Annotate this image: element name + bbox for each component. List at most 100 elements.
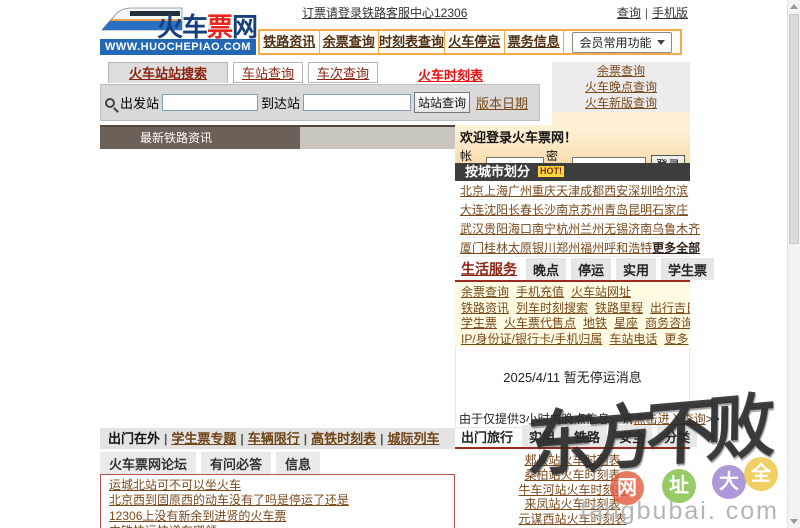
service-link[interactable]: 火车票代售点 — [504, 316, 576, 332]
search-tab[interactable]: 火车站站搜索 — [108, 62, 228, 83]
version-date-link[interactable]: 版本日期 — [476, 93, 528, 112]
travel-tab[interactable]: 出门旅行 — [457, 425, 517, 447]
city-link[interactable]: 武汉 — [460, 220, 484, 237]
service-link[interactable]: 火车站网址 — [571, 285, 631, 301]
booking-notice-link[interactable]: 订票请登录铁路客服中心12306 — [302, 4, 467, 21]
city-link[interactable]: 天津 — [556, 182, 580, 199]
forum-post-link[interactable]: 北京西到固原西的动车没有了吗是停运了还是 — [109, 493, 446, 508]
scroll-down-icon[interactable] — [790, 519, 798, 524]
city-link[interactable]: 哈尔滨 — [652, 182, 688, 199]
nav-item[interactable]: 余票查询 — [320, 31, 379, 53]
city-link[interactable]: 重庆 — [532, 182, 556, 199]
services-tab[interactable]: 晚点 — [526, 258, 567, 280]
travel-tab[interactable]: 安全 — [612, 425, 653, 447]
station-timetable-link[interactable]: 郏县站火车时刻表 — [455, 453, 690, 468]
city-link[interactable]: 福州 — [580, 239, 604, 256]
city-link[interactable]: 郑州 — [556, 239, 580, 256]
city-link[interactable]: 呼和浩特 — [604, 239, 652, 256]
station-timetable-link[interactable]: 牛车河站火车时刻表 — [455, 483, 690, 498]
forum-post-link[interactable]: 运城北站可不可以坐火车 — [109, 478, 446, 493]
bar-link[interactable]: 城际列车 — [388, 431, 440, 446]
service-link[interactable]: 余票查询 — [461, 285, 509, 301]
nav-item[interactable]: 时刻表查询 — [379, 31, 446, 53]
city-link[interactable]: 兰州 — [580, 220, 604, 237]
city-link[interactable]: 厦门 — [460, 239, 484, 256]
forum-tab[interactable]: 火车票网论坛 — [100, 452, 197, 475]
search-tab[interactable]: 车次查询 — [308, 62, 379, 83]
member-menu-dropdown[interactable]: 会员常用功能 — [572, 31, 672, 53]
quick-link[interactable]: 火车晚点查询 — [552, 79, 690, 95]
quick-link[interactable]: 火车新版查询 — [552, 95, 690, 111]
forum-tab[interactable]: 有问必答 — [201, 452, 272, 475]
service-link[interactable]: 地铁 — [583, 316, 607, 332]
city-link[interactable]: 桂林 — [484, 239, 508, 256]
city-link[interactable]: 长沙 — [532, 201, 556, 218]
city-link[interactable]: 石家庄 — [652, 201, 688, 218]
query-link[interactable]: 查询 — [617, 6, 641, 20]
nav-item[interactable]: 铁路资讯 — [260, 31, 320, 53]
service-link[interactable]: 更多 — [664, 332, 688, 348]
from-station-input[interactable] — [162, 94, 259, 111]
search-tab[interactable]: 车站查询 — [233, 62, 304, 83]
forum-tab[interactable]: 信息 — [276, 452, 321, 475]
travel-tab[interactable]: 实用 — [522, 425, 563, 447]
services-tab[interactable]: 实用 — [616, 258, 657, 280]
travel-tab[interactable]: 分类 — [657, 425, 698, 447]
city-link[interactable]: 无锡 — [604, 220, 628, 237]
service-link[interactable]: 星座 — [614, 316, 638, 332]
bar-link[interactable]: 高铁时刻表 — [311, 431, 376, 446]
city-link[interactable]: 南京 — [556, 201, 580, 218]
city-link[interactable]: 苏州 — [580, 201, 604, 218]
news-tab[interactable]: 最新铁路资讯 — [100, 127, 300, 149]
city-link[interactable]: 南宁 — [532, 220, 556, 237]
forum-post-link[interactable]: 12306上没有新余到进贤的火车票 — [109, 509, 446, 524]
city-link[interactable]: 乌鲁木齐 — [652, 220, 700, 237]
timetable-link[interactable]: 火车时刻表 — [418, 65, 483, 84]
city-link[interactable]: 西安 — [604, 182, 628, 199]
city-link[interactable]: 成都 — [580, 182, 604, 199]
forum-post-link[interactable]: 中铁快运快递在哪领 — [109, 524, 446, 528]
city-link[interactable]: 更多全部 — [652, 239, 700, 256]
service-link[interactable]: 学生票 — [461, 316, 497, 332]
service-link[interactable]: 商务咨询 — [645, 316, 690, 332]
service-link[interactable]: 手机充值 — [516, 285, 564, 301]
nav-item[interactable]: 票务信息 — [505, 31, 565, 53]
city-link[interactable]: 大连 — [460, 201, 484, 218]
services-tab[interactable]: 停运 — [571, 258, 612, 280]
city-link[interactable]: 济南 — [628, 220, 652, 237]
station-timetable-link[interactable]: 桑柏站火车时刻表 — [455, 468, 690, 483]
city-link[interactable]: 贵阳 — [484, 220, 508, 237]
mobile-version-link[interactable]: 手机版 — [652, 6, 688, 20]
nav-item[interactable]: 火车停运 — [445, 31, 505, 53]
station-search-button[interactable]: 站站查询 — [414, 92, 471, 113]
city-link[interactable]: 沈阳 — [484, 201, 508, 218]
to-station-input[interactable] — [303, 94, 412, 111]
service-link[interactable]: 铁路里程 — [595, 301, 643, 317]
service-link[interactable]: IP/身份证/银行卡/手机归属 — [461, 332, 602, 348]
city-link[interactable]: 昆明 — [628, 201, 652, 218]
city-link[interactable]: 长春 — [508, 201, 532, 218]
service-link[interactable]: 铁路资讯 — [461, 301, 509, 317]
vertical-scrollbar[interactable] — [787, 0, 800, 528]
travel-tab[interactable]: 铁路 — [567, 425, 608, 447]
city-link[interactable]: 深圳 — [628, 182, 652, 199]
station-timetable-link[interactable]: 来凤站火车时刻表 — [455, 497, 690, 512]
service-link[interactable]: 列车时刻搜索 — [516, 301, 588, 317]
city-link[interactable]: 上海 — [484, 182, 508, 199]
delay-query-link[interactable]: 点击进入查询 — [634, 412, 706, 426]
bar-link[interactable]: 学生票专题 — [171, 431, 236, 446]
bar-link[interactable]: 车辆限行 — [248, 431, 300, 446]
site-logo[interactable]: 火车票网 WWW.HUOCHEPIAO.COM — [100, 2, 258, 55]
scroll-up-icon[interactable] — [790, 4, 798, 9]
services-tab[interactable]: 生活服务 — [457, 257, 521, 280]
city-link[interactable]: 银川 — [532, 239, 556, 256]
services-tab[interactable]: 学生票 — [661, 258, 715, 280]
city-link[interactable]: 北京 — [460, 182, 484, 199]
city-link[interactable]: 太原 — [508, 239, 532, 256]
service-link[interactable]: 车站电话 — [609, 332, 657, 348]
city-link[interactable]: 杭州 — [556, 220, 580, 237]
quick-link[interactable]: 余票查询 — [552, 63, 690, 79]
city-link[interactable]: 广州 — [508, 182, 532, 199]
city-link[interactable]: 青岛 — [604, 201, 628, 218]
scrollbar-thumb[interactable] — [789, 14, 799, 244]
